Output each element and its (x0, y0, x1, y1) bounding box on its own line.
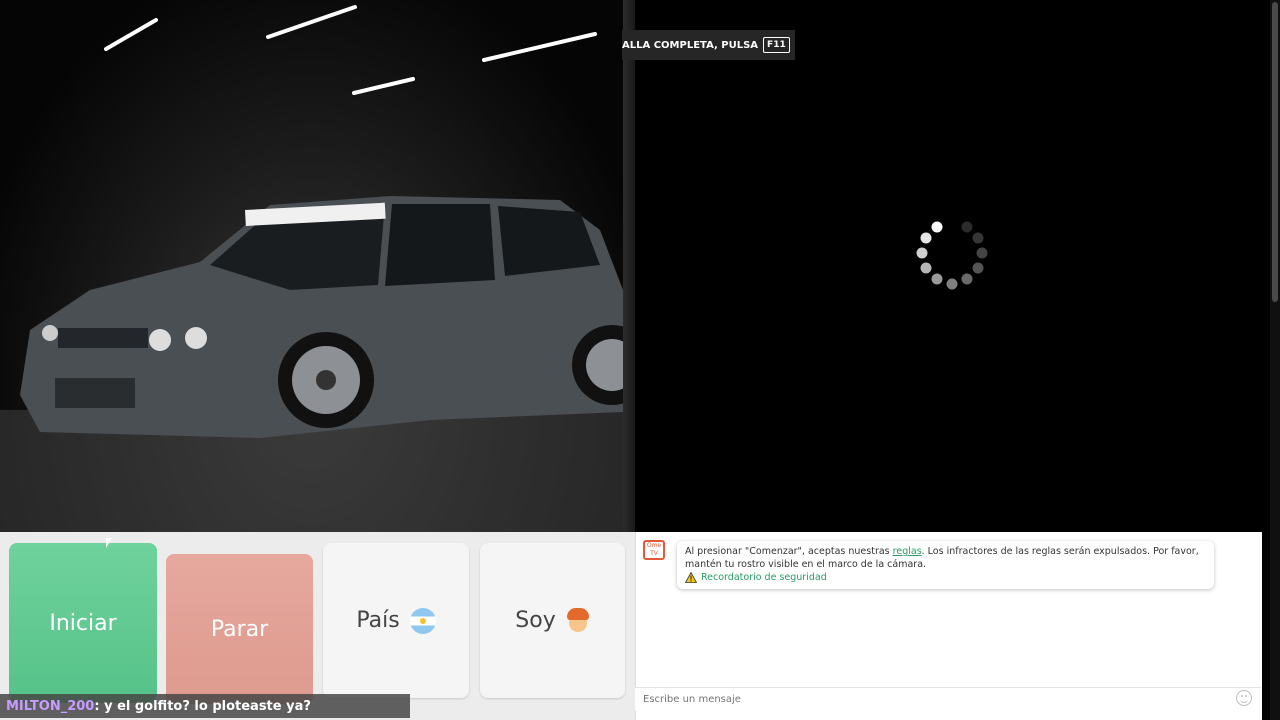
emoji-smiley-icon[interactable] (1236, 690, 1252, 706)
stop-button-label: Parar (210, 616, 269, 642)
gender-label: Soy (515, 608, 556, 633)
stream-chat-username: MILTON_200 (6, 698, 95, 714)
country-select-button[interactable]: País (323, 543, 469, 698)
system-message: Al presionar "Comenzar", aceptas nuestra… (677, 541, 1214, 589)
scrollbar-thumb[interactable] (1272, 2, 1278, 302)
start-button-label: Iniciar (49, 610, 117, 636)
argentina-flag-icon (409, 607, 436, 634)
local-video-feed (0, 0, 623, 532)
safety-reminder: Recordatorio de seguridad (685, 571, 1206, 584)
country-label: País (356, 608, 400, 633)
mouse-cursor-icon (106, 538, 112, 548)
stop-button[interactable]: Parar (166, 554, 313, 704)
start-button[interactable]: Iniciar (9, 543, 157, 703)
gender-select-button[interactable]: Soy (480, 543, 625, 698)
safety-reminder-link[interactable]: Recordatorio de seguridad (701, 571, 827, 584)
message-input[interactable] (635, 687, 1261, 711)
ome-tv-logo-text: Ome TV (646, 542, 662, 557)
rules-notice: Al presionar "Comenzar", aceptas nuestra… (685, 545, 1206, 571)
boy-emoji-icon (566, 607, 590, 634)
stream-chat-overlay: MILTON_200 : y el golfito? lo ploteaste … (0, 694, 410, 718)
control-panel: Iniciar Parar País Soy (0, 532, 635, 720)
fullscreen-hint: ALLA COMPLETA, PULSA F11 (622, 30, 795, 60)
video-divider (623, 0, 635, 532)
f11-key-badge: F11 (763, 37, 790, 53)
stream-chat-message: : y el golfito? lo ploteaste ya? (94, 698, 311, 714)
ome-tv-logo-icon: Ome TV (643, 540, 665, 560)
fullscreen-hint-text: ALLA COMPLETA, PULSA (622, 39, 759, 51)
car-scene-image (0, 5, 623, 532)
rules-notice-pre: Al presionar "Comenzar", aceptas nuestra… (685, 546, 893, 557)
warning-icon (685, 572, 697, 583)
rules-link[interactable]: reglas (893, 546, 922, 557)
loading-spinner-icon (916, 221, 988, 290)
